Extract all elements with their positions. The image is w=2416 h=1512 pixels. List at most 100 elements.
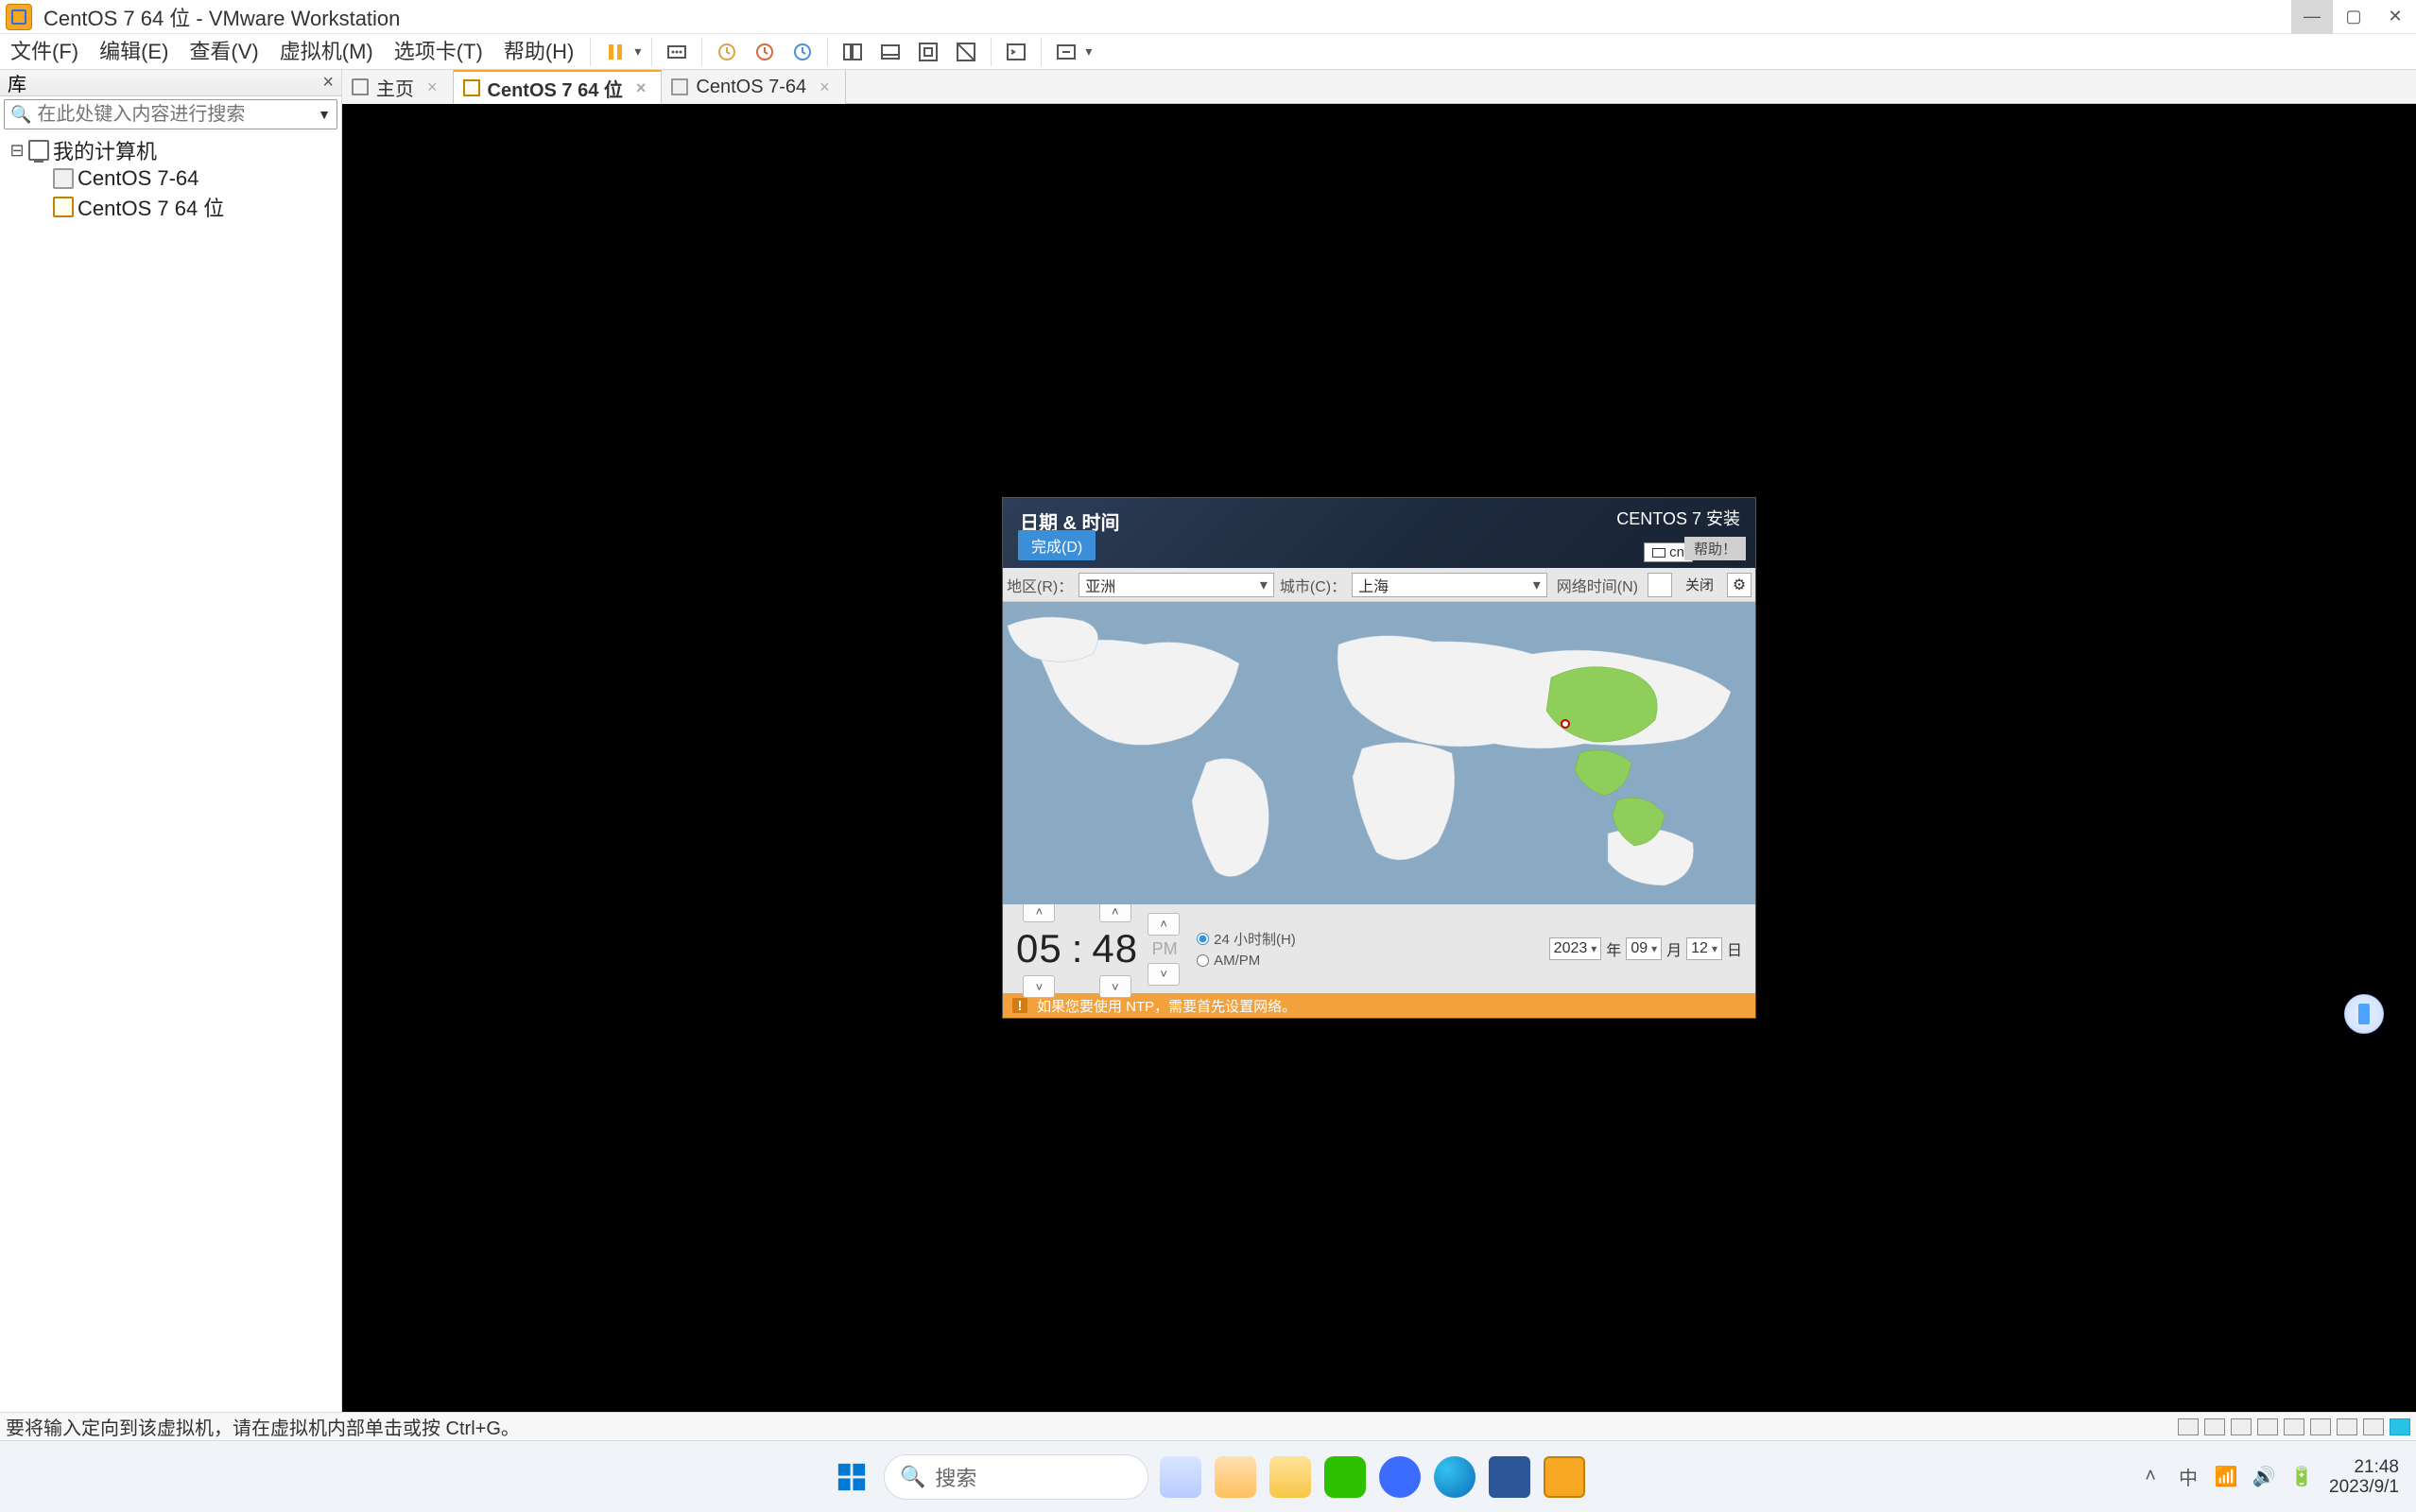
- library-close-icon[interactable]: ×: [322, 72, 334, 94]
- menu-tabs[interactable]: 选项卡(T): [384, 34, 493, 70]
- tab-vm-active-label: CentOS 7 64 位: [488, 75, 623, 102]
- ntp-switch-track[interactable]: [1648, 573, 1672, 597]
- tab-close-icon[interactable]: ×: [427, 77, 438, 97]
- vm-console[interactable]: 日期 & 时间 完成(D) CENTOS 7 安装 cn 帮助！ 地区(R)： …: [342, 104, 2416, 1412]
- volume-icon[interactable]: 🔊: [2253, 1467, 2274, 1487]
- snapshot-manager-button[interactable]: [785, 35, 820, 69]
- device-net-icon[interactable]: [2231, 1418, 2252, 1435]
- time-row: ˄ 05 ˅ : ˄ 48 ˅ ˄ PM ˅: [1003, 904, 1755, 993]
- device-display-icon[interactable]: [2337, 1418, 2357, 1435]
- view-unity-button[interactable]: [949, 35, 983, 69]
- home-icon: [352, 78, 369, 95]
- device-printer-icon[interactable]: [2257, 1418, 2278, 1435]
- search-input[interactable]: [37, 104, 318, 126]
- time-colon: :: [1072, 926, 1083, 971]
- wifi-icon[interactable]: 📶: [2216, 1467, 2236, 1487]
- centos-installer-dialog: 日期 & 时间 完成(D) CENTOS 7 安装 cn 帮助！ 地区(R)： …: [1003, 498, 1755, 1018]
- region-label: 地区(R)：: [1007, 574, 1073, 596]
- view-fullscreen-button[interactable]: [911, 35, 945, 69]
- clock-date: 2023/9/1: [2329, 1477, 2399, 1497]
- vm-running-icon: [53, 197, 74, 217]
- radio-ampm[interactable]: AM/PM: [1197, 953, 1296, 969]
- status-hint: 要将输入定向到该虚拟机，请在虚拟机内部单击或按 Ctrl+G。: [6, 1413, 520, 1440]
- tree-vm-1[interactable]: CentOS 7-64: [6, 164, 336, 193]
- view-console-button[interactable]: [873, 35, 907, 69]
- snapshot-revert-button[interactable]: [748, 35, 782, 69]
- taskbar-app-snip[interactable]: [1158, 1454, 1203, 1500]
- search-dropdown-icon[interactable]: ▼: [318, 107, 331, 122]
- help-button[interactable]: 帮助！: [1684, 537, 1746, 560]
- taskbar-app-explorer[interactable]: [1268, 1454, 1313, 1500]
- library-label: 库: [8, 69, 26, 96]
- done-button[interactable]: 完成(D): [1018, 530, 1096, 560]
- device-hdd-icon[interactable]: [2178, 1418, 2199, 1435]
- power-dropdown[interactable]: ▾: [634, 43, 646, 60]
- pause-button[interactable]: [598, 35, 632, 69]
- tab-vm-active[interactable]: CentOS 7 64 位 ×: [454, 70, 663, 104]
- world-map-svg: [1003, 602, 1755, 904]
- minute-down-button[interactable]: ˅: [1099, 975, 1131, 998]
- menu-view[interactable]: 查看(V): [179, 34, 268, 70]
- year-select[interactable]: 2023▾: [1549, 937, 1602, 960]
- battery-icon[interactable]: 🔋: [2291, 1467, 2312, 1487]
- taskbar-app-wechat[interactable]: [1322, 1454, 1368, 1500]
- tray-chevron-icon[interactable]: ˄: [2140, 1467, 2161, 1487]
- device-sound-icon[interactable]: [2284, 1418, 2304, 1435]
- device-generic-icon[interactable]: [2363, 1418, 2384, 1435]
- taskbar-app-vmware[interactable]: [1542, 1454, 1587, 1500]
- device-usb-icon[interactable]: [2310, 1418, 2331, 1435]
- day-select[interactable]: 12▾: [1686, 937, 1722, 960]
- tree-vm-2-label: CentOS 7 64 位: [78, 192, 224, 222]
- minimize-button[interactable]: —: [2291, 0, 2333, 34]
- tree-root[interactable]: ⊟ 我的计算机: [6, 136, 336, 164]
- region-select[interactable]: 亚洲▾: [1079, 573, 1274, 597]
- tree-vm-2[interactable]: CentOS 7 64 位: [6, 193, 336, 221]
- snapshot-take-button[interactable]: [710, 35, 744, 69]
- device-cd-icon[interactable]: [2204, 1418, 2225, 1435]
- timezone-map[interactable]: [1003, 602, 1755, 904]
- window-title: CentOS 7 64 位 - VMware Workstation: [43, 2, 400, 32]
- taskbar-app-edge[interactable]: [1432, 1454, 1477, 1500]
- start-button[interactable]: [829, 1454, 874, 1500]
- stretch-dropdown[interactable]: ▾: [1085, 43, 1096, 60]
- menu-edit[interactable]: 编辑(E): [89, 34, 179, 70]
- taskbar-clock[interactable]: 21:48 2023/9/1: [2329, 1457, 2399, 1497]
- tab-home[interactable]: 主页 ×: [342, 70, 454, 104]
- stretch-button[interactable]: [1049, 35, 1083, 69]
- library-search[interactable]: 🔍 ▼: [4, 99, 337, 129]
- radio-24h[interactable]: 24 小时制(H): [1197, 929, 1296, 949]
- tab-close-icon[interactable]: ×: [636, 78, 647, 98]
- menu-help[interactable]: 帮助(H): [493, 34, 585, 70]
- taskbar-app-todo[interactable]: [1377, 1454, 1423, 1500]
- menu-file[interactable]: 文件(F): [0, 34, 89, 70]
- month-select[interactable]: 09▾: [1626, 937, 1662, 960]
- ntp-settings-button[interactable]: ⚙: [1727, 573, 1752, 597]
- ime-indicator[interactable]: 中: [2178, 1467, 2199, 1487]
- close-button[interactable]: ✕: [2374, 0, 2416, 34]
- collapse-icon[interactable]: ⊟: [9, 141, 25, 161]
- taskbar-search[interactable]: 🔍 搜索: [884, 1454, 1148, 1500]
- ampm-value: PM: [1152, 939, 1178, 959]
- hour-down-button[interactable]: ˅: [1023, 975, 1055, 998]
- keyboard-icon: [1652, 548, 1665, 558]
- taskbar-app-paint[interactable]: [1213, 1454, 1258, 1500]
- city-select[interactable]: 上海▾: [1352, 573, 1547, 597]
- ampm-up-button[interactable]: ˄: [1148, 913, 1180, 936]
- view-thumbnail-button[interactable]: [836, 35, 870, 69]
- console-view-button[interactable]: [999, 35, 1033, 69]
- chevron-down-icon: ▾: [1260, 576, 1268, 594]
- location-pin-icon: [1561, 719, 1570, 729]
- usb-device-badge[interactable]: [2344, 994, 2384, 1034]
- menu-vm[interactable]: 虚拟机(M): [269, 34, 384, 70]
- device-message-icon[interactable]: [2390, 1418, 2410, 1435]
- ampm-down-button[interactable]: ˅: [1148, 963, 1180, 986]
- search-icon: 🔍: [10, 105, 31, 125]
- tab-close-icon[interactable]: ×: [820, 77, 830, 97]
- vm-icon: [53, 168, 74, 189]
- send-ctrl-alt-del-button[interactable]: [660, 35, 694, 69]
- taskbar-app-word[interactable]: [1487, 1454, 1532, 1500]
- titlebar: CentOS 7 64 位 - VMware Workstation — ▢ ✕: [0, 0, 2416, 34]
- maximize-button[interactable]: ▢: [2333, 0, 2374, 34]
- tab-home-label: 主页: [376, 74, 414, 101]
- tab-vm-2[interactable]: CentOS 7-64 ×: [662, 70, 845, 104]
